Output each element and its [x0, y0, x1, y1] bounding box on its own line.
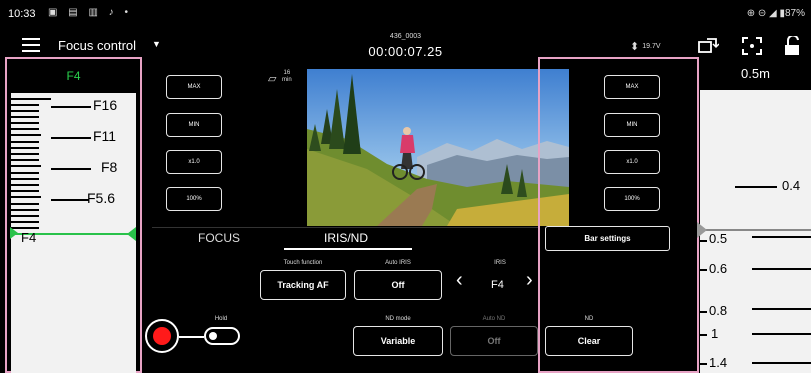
iris-marker-right	[127, 227, 136, 241]
bar-settings-button[interactable]: Bar settings	[545, 226, 670, 251]
system-status-icons: ⊕ ⊝ ◢ ▮87%	[746, 8, 805, 19]
focus-max-button[interactable]: MAX	[604, 75, 660, 99]
unlock-icon[interactable]	[782, 36, 804, 56]
media-card-icon: ▱	[268, 73, 277, 85]
tab-focus[interactable]: FOCUS	[198, 231, 240, 245]
status-bar: 10:33 ▣ ▤ ▥ ♪ • ⊕ ⊝ ◢ ▮87%	[0, 0, 811, 30]
current-focus-line	[700, 229, 811, 231]
screen-switch-icon[interactable]	[697, 36, 719, 56]
nd-mode-button[interactable]: Variable	[353, 326, 443, 356]
auto-iris-button[interactable]: Off	[354, 270, 442, 300]
iris-label: F8	[101, 159, 118, 175]
iris-percent-button[interactable]: 100%	[166, 187, 222, 211]
iris-min-button[interactable]: MIN	[166, 113, 222, 137]
touch-function-label: Touch function	[283, 260, 323, 266]
nd-mode-label: ND mode	[385, 316, 411, 322]
iris-label: F11	[93, 128, 117, 144]
notification-icons: ▣ ▤ ▥ ♪ •	[48, 7, 132, 18]
iris-label: F5.6	[87, 190, 116, 206]
remaining-value: 16	[283, 70, 291, 76]
focus-scale-label: 0.4	[782, 178, 801, 193]
auto-nd-button: Off	[450, 326, 538, 356]
focus-percent-button[interactable]: 100%	[604, 187, 660, 211]
focus-marker	[697, 222, 707, 238]
iris-label: F16	[93, 97, 118, 113]
battery-indicator: ⬍ 19.7V	[630, 40, 661, 53]
remaining-unit: min	[282, 77, 292, 83]
tab-iris-nd[interactable]: IRIS/ND	[324, 231, 368, 245]
hold-toggle[interactable]	[204, 327, 240, 345]
media-remaining: 16 min	[282, 70, 292, 84]
battery-voltage: 19.7V	[642, 43, 661, 50]
iris-marker-left	[10, 227, 18, 239]
clip-name: 436_0003	[389, 33, 422, 40]
iris-value: F4	[491, 279, 504, 291]
focus-distance-scale[interactable]: 0.4 0.5 0.6 0.8 1 1.4	[700, 90, 811, 373]
focus-min-button[interactable]: MIN	[604, 113, 660, 137]
hold-label: Hold	[214, 316, 228, 322]
focus-scale-label: 1	[711, 326, 719, 341]
iris-current-value: F4	[7, 59, 140, 93]
record-button[interactable]	[145, 319, 179, 353]
chevron-left-icon[interactable]: ‹	[456, 269, 463, 292]
record-hold-connector	[179, 336, 204, 338]
focus-scale-label: 0.6	[709, 261, 728, 276]
touch-function-button[interactable]: Tracking AF	[260, 270, 346, 300]
auto-nd-label: Auto ND	[482, 316, 506, 322]
auto-iris-label: Auto IRIS	[385, 260, 411, 266]
chevron-right-icon[interactable]: ›	[526, 269, 533, 292]
iris-max-button[interactable]: MAX	[166, 75, 222, 99]
focus-scale-label: 0.8	[709, 303, 728, 318]
iris-label: IRIS	[494, 260, 506, 266]
clock: 10:33	[8, 8, 36, 20]
iris-bar-panel: F4 F16 F11 F8 F5.6 F4	[5, 57, 142, 373]
active-tab-indicator	[284, 248, 412, 250]
nd-label: ND	[584, 316, 594, 322]
focus-distance-value: 0.5m	[741, 66, 770, 81]
fullscreen-icon[interactable]	[741, 36, 763, 56]
focus-speed-button[interactable]: x1.0	[604, 150, 660, 174]
nd-button[interactable]: Clear	[545, 326, 633, 356]
focus-scale-label: 1.4	[709, 355, 728, 370]
iris-speed-button[interactable]: x1.0	[166, 150, 222, 174]
video-preview[interactable]	[307, 69, 569, 226]
focus-scale-label: 0.5	[709, 231, 728, 246]
iris-scale[interactable]: F16 F11 F8 F5.6 F4	[11, 93, 136, 373]
plug-icon: ⬍	[630, 41, 640, 53]
iris-label: F4	[21, 230, 37, 245]
